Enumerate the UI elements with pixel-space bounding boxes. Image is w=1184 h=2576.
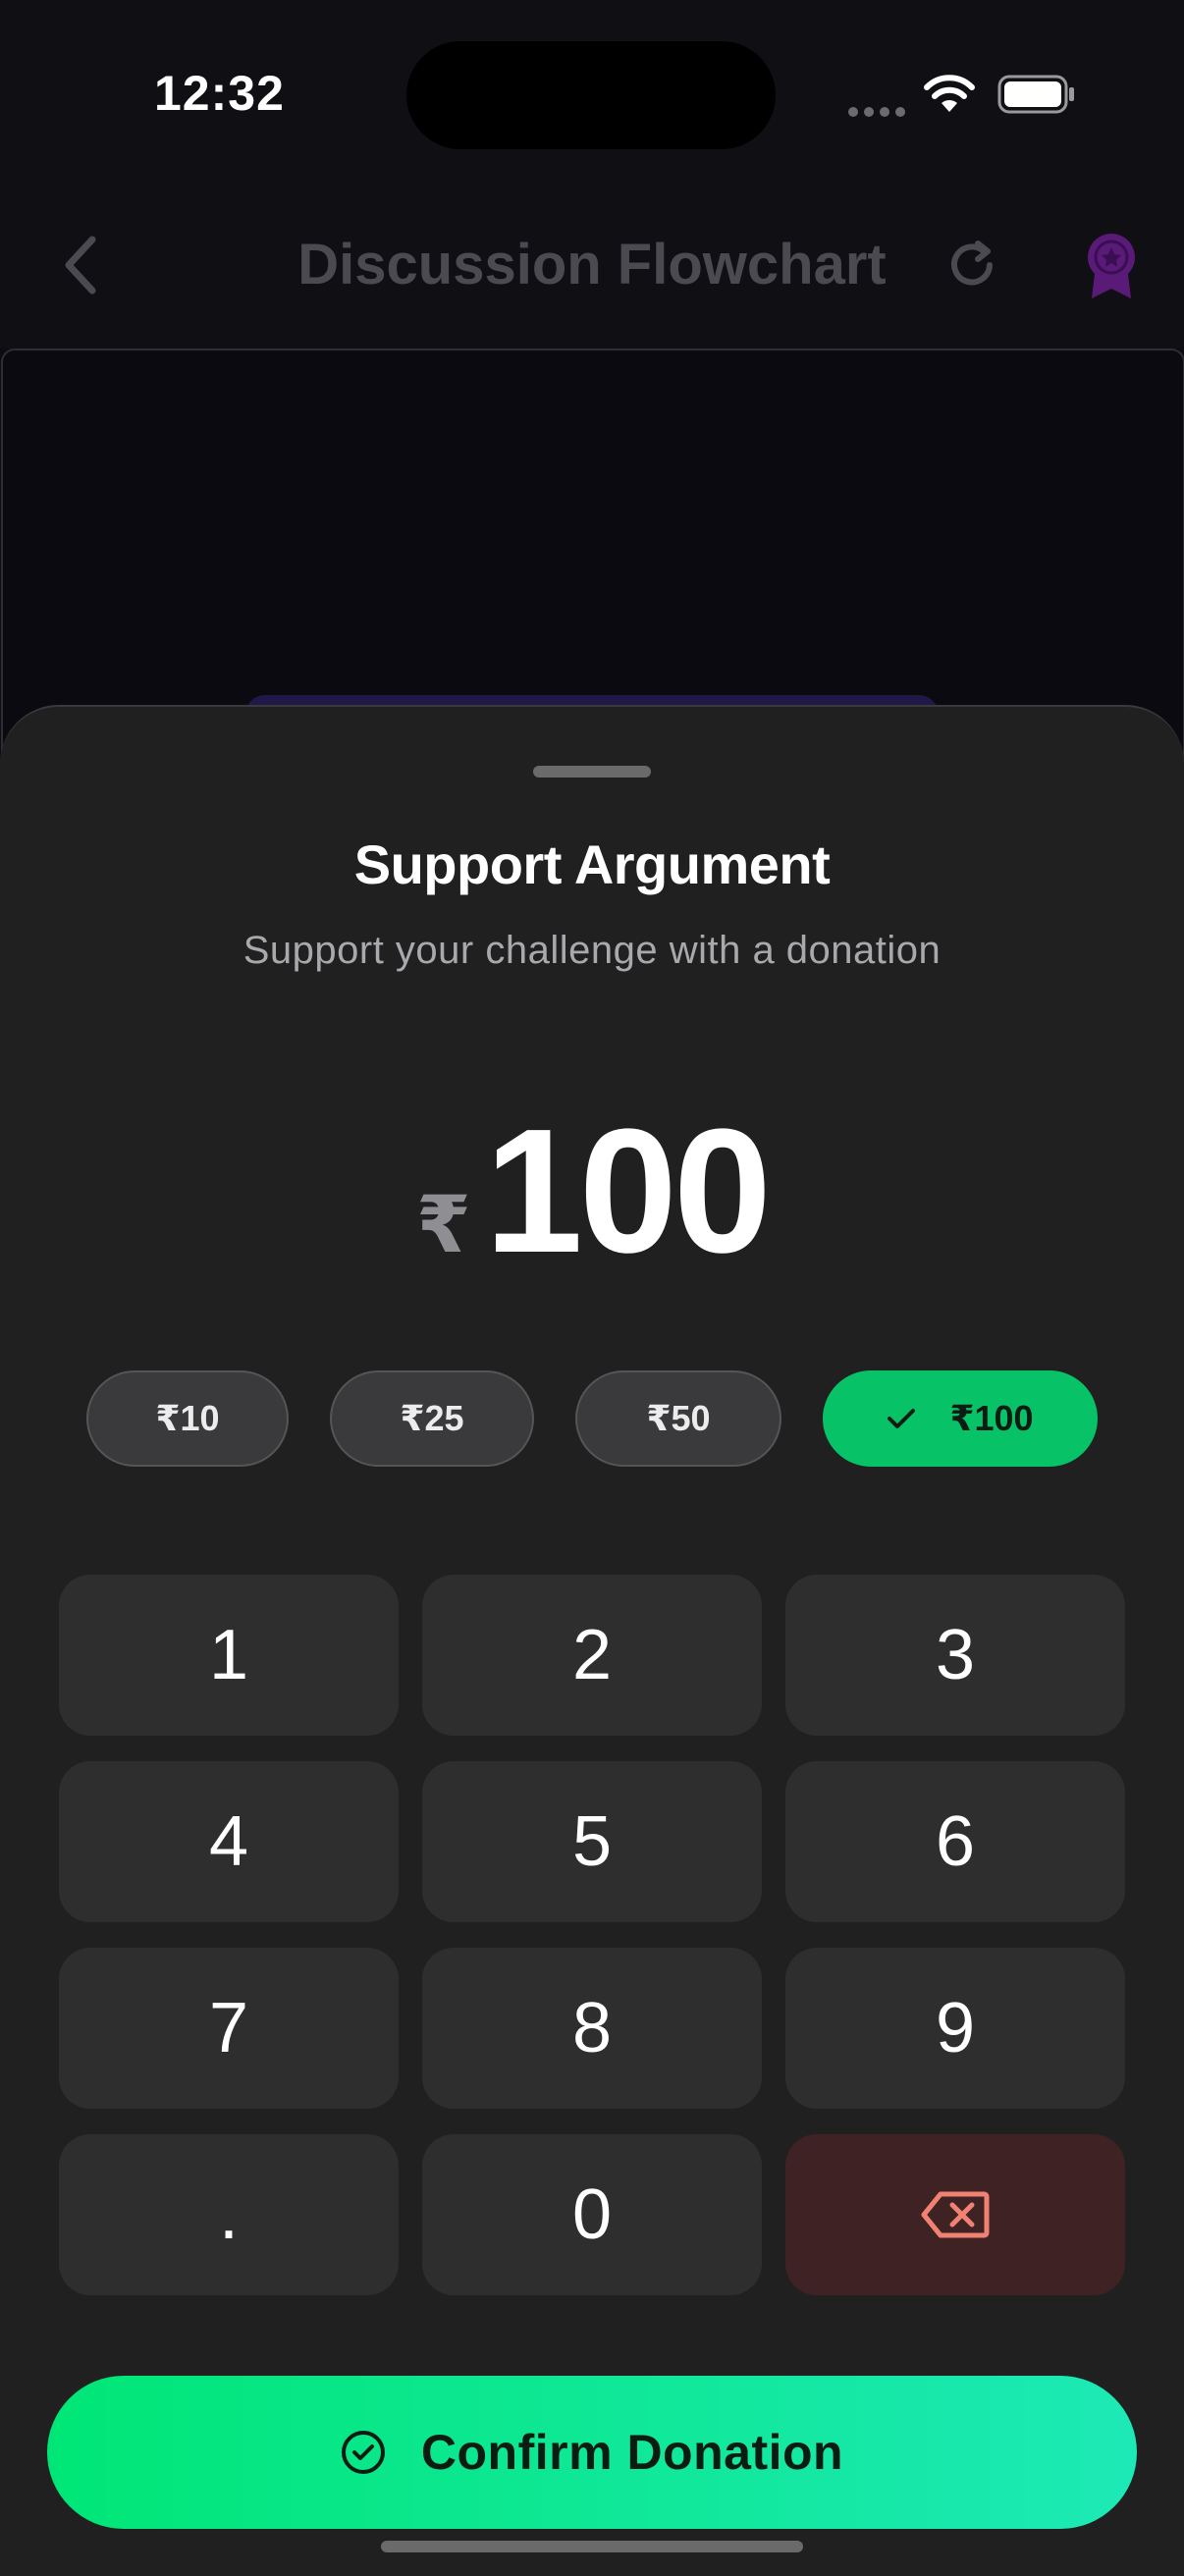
signal-icon [848, 104, 911, 122]
check-icon [887, 1407, 916, 1430]
award-ribbon-icon[interactable] [1084, 232, 1139, 300]
preset-amounts: ₹10 ₹25 ₹50 ₹100 [0, 1370, 1184, 1471]
amount-display: ₹100 [0, 1090, 1184, 1293]
key-3[interactable]: 3 [785, 1575, 1125, 1736]
status-bar: 12:32 [0, 0, 1184, 187]
top-nav-bar: Discussion Flowchart [0, 187, 1184, 349]
key-decimal[interactable]: . [59, 2134, 399, 2295]
sheet-title: Support Argument [353, 833, 831, 895]
donation-sheet: Support Argument Support your challenge … [0, 705, 1184, 2576]
preset-chip-25[interactable]: ₹25 [330, 1370, 534, 1467]
currency-symbol: ₹ [416, 1181, 471, 1268]
key-1[interactable]: 1 [59, 1575, 399, 1736]
amount-value: 100 [484, 1093, 772, 1290]
confirm-donation-label: Confirm Donation [420, 2425, 844, 2480]
preset-chip-50[interactable]: ₹50 [575, 1370, 781, 1467]
wifi-icon [924, 75, 975, 112]
check-circle-icon [341, 2430, 386, 2475]
key-0[interactable]: 0 [422, 2134, 762, 2295]
refresh-icon[interactable] [942, 236, 1001, 295]
preset-chip-100[interactable]: ₹100 [823, 1370, 1098, 1467]
key-4[interactable]: 4 [59, 1761, 399, 1922]
sheet-subtitle: Support your challenge with a donation [242, 929, 942, 972]
preset-chip-10[interactable]: ₹10 [86, 1370, 289, 1467]
key-5[interactable]: 5 [422, 1761, 762, 1922]
sheet-grabber[interactable] [533, 766, 651, 778]
page-title: Discussion Flowchart [297, 233, 887, 296]
battery-icon [997, 75, 1074, 114]
backspace-icon [921, 2191, 990, 2238]
key-8[interactable]: 8 [422, 1948, 762, 2109]
key-7[interactable]: 7 [59, 1948, 399, 2109]
key-6[interactable]: 6 [785, 1761, 1125, 1922]
key-9[interactable]: 9 [785, 1948, 1125, 2109]
status-icons [848, 71, 1084, 120]
confirm-donation-button[interactable]: Confirm Donation [47, 2376, 1137, 2529]
dynamic-island [406, 41, 776, 149]
status-time: 12:32 [154, 66, 285, 121]
delete-key[interactable] [785, 2134, 1125, 2295]
home-indicator [381, 2541, 803, 2552]
key-2[interactable]: 2 [422, 1575, 762, 1736]
